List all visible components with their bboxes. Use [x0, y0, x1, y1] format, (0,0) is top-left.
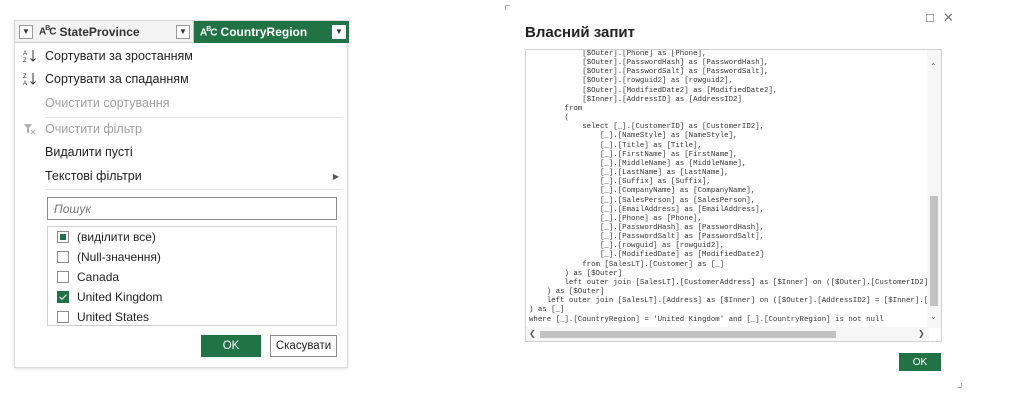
- native-query-dialog: ☐ ✕ Власний запит [$Outer].[Phone] as [P…: [505, 5, 962, 388]
- code-line: [_].[Suffix] as [Suffix],: [529, 178, 711, 187]
- query-code: [$Outer].[Phone] as [Phone], [$Outer].[P…: [529, 50, 929, 328]
- text-type-icon: ABC: [39, 25, 57, 38]
- menu-item-sort-ascending[interactable]: AZ Сортувати за зростанням: [15, 45, 349, 67]
- menu-item-label: Очистити сортування: [45, 96, 170, 110]
- text-type-icon: ABC: [200, 25, 218, 39]
- ok-button[interactable]: OK: [899, 353, 941, 371]
- code-line: [_].[PasswordSalt] as [PasswordSalt],: [529, 233, 765, 242]
- scrollbar-thumb[interactable]: [540, 331, 836, 338]
- code-line: ) as [_]: [529, 306, 565, 315]
- code-line: [$Outer].[Phone] as [Phone],: [529, 50, 707, 58]
- code-line: where [_].[CountryRegion] = 'United King…: [529, 315, 884, 324]
- cancel-button[interactable]: Скасувати: [270, 335, 337, 357]
- dialog-title: Власний запит: [525, 24, 635, 41]
- menu-separator: [45, 189, 343, 190]
- code-line: select [_].[CustomerID] as [CustomerID2]…: [529, 123, 765, 132]
- column-header-countryregion[interactable]: ABC CountryRegion ▼: [194, 21, 349, 43]
- column-name: StateProvince: [59, 24, 140, 39]
- checkbox[interactable]: [57, 251, 69, 263]
- sort-descending-icon: ZA: [15, 72, 45, 86]
- checkbox[interactable]: [57, 231, 69, 243]
- svg-text:Z: Z: [23, 74, 27, 80]
- code-line: left outer join [SalesLT].[CustomerAddre…: [529, 278, 929, 287]
- chevron-right-icon: ▶: [332, 171, 339, 181]
- list-item[interactable]: (виділити все): [48, 227, 336, 247]
- menu-item-remove-empty[interactable]: Видалити пусті: [15, 141, 349, 163]
- menu-item-label: Текстові фільтри: [45, 169, 142, 183]
- chevron-right-icon[interactable]: ❯: [918, 329, 925, 338]
- list-item-label: (виділити все): [77, 230, 156, 244]
- list-item-label: United Kingdom: [77, 290, 163, 304]
- column-filter-button[interactable]: ▼: [176, 24, 190, 39]
- svg-text:A: A: [23, 51, 27, 57]
- chevron-down-icon: ▼: [22, 26, 30, 36]
- checkbox[interactable]: [57, 291, 69, 303]
- search-input[interactable]: [47, 197, 337, 220]
- code-line: from: [529, 104, 583, 113]
- chevron-down-icon[interactable]: ⌄: [930, 312, 937, 321]
- list-item-label: (Null-значення): [77, 250, 161, 264]
- code-line: [_].[Title] as [Title],: [529, 141, 702, 150]
- menu-item-label: Сортувати за зростанням: [45, 49, 193, 63]
- chevron-left-icon[interactable]: ❮: [529, 329, 536, 338]
- column-filter-button[interactable]: ▼: [332, 25, 346, 39]
- list-item[interactable]: United States: [48, 307, 336, 325]
- menu-item-clear-sort[interactable]: Очистити сортування: [15, 92, 349, 114]
- code-line: from [SalesLT].[Customer] as [_]: [529, 260, 725, 269]
- chevron-down-icon: ▼: [179, 26, 187, 36]
- code-line: [_].[CompanyName] as [CompanyName],: [529, 187, 756, 196]
- filter-values-list: (виділити все) (Null-значення) Canada Un…: [47, 226, 337, 326]
- query-text-area[interactable]: [$Outer].[Phone] as [Phone], [$Outer].[P…: [525, 49, 942, 342]
- list-item[interactable]: Canada: [48, 267, 336, 287]
- ok-button[interactable]: OK: [201, 335, 261, 357]
- code-line: [_].[SalesPerson] as [SalesPerson],: [529, 196, 756, 205]
- maximize-icon[interactable]: ☐: [925, 12, 935, 25]
- code-line: [_].[rowguid] as [rowguid2],: [529, 242, 725, 251]
- menu-item-clear-filter[interactable]: Очистити фільтр: [15, 118, 349, 140]
- code-line: (: [529, 114, 569, 123]
- column-filter-dropdown: ▼ ABC StateProvince ▼ ABC CountryRegion …: [14, 20, 349, 368]
- chevron-down-icon: ▼: [335, 27, 343, 36]
- code-line: ) as [$Outer]: [529, 269, 623, 278]
- code-line: [_].[NameStyle] as [NameStyle],: [529, 132, 738, 141]
- vertical-scrollbar[interactable]: ⌃ ⌄: [927, 50, 941, 328]
- scrollbar-thumb[interactable]: [930, 196, 938, 306]
- code-line: [$Inner].[AddressID] as [AddressID2]: [529, 95, 742, 104]
- svg-text:A: A: [23, 81, 27, 86]
- code-line: [_].[ModifiedDate] as [ModifiedDate2]: [529, 251, 765, 260]
- menu-item-label: Сортувати за спаданням: [45, 72, 189, 86]
- sort-ascending-icon: AZ: [15, 49, 45, 63]
- menu-item-label: Видалити пусті: [45, 145, 133, 159]
- code-line: [_].[PasswordHash] as [PasswordHash],: [529, 223, 765, 232]
- menu-item-sort-descending[interactable]: ZA Сортувати за спаданням: [15, 68, 349, 90]
- column-menu-button[interactable]: ▼: [19, 24, 33, 39]
- chevron-up-icon[interactable]: ⌃: [930, 62, 937, 71]
- checkbox[interactable]: [57, 311, 69, 323]
- list-item[interactable]: (Null-значення): [48, 247, 336, 267]
- list-item-label: Canada: [77, 270, 120, 284]
- column-name: CountryRegion: [220, 25, 308, 39]
- code-line: left outer join [SalesLT].[Address] as […: [529, 297, 929, 306]
- code-line: [$Outer].[PasswordSalt] as [PasswordSalt…: [529, 68, 769, 77]
- code-line: [$Outer].[rowguid2] as [rowguid2],: [529, 77, 734, 86]
- clear-filter-icon: [15, 123, 45, 135]
- code-line: [_].[FirstName] as [FirstName],: [529, 150, 738, 159]
- code-line: [_].[MiddleName] as [MiddleName],: [529, 159, 747, 168]
- list-item-label: United States: [77, 310, 150, 324]
- code-line: [_].[Phone] as [Phone],: [529, 214, 702, 223]
- menu-item-text-filters[interactable]: Текстові фільтри ▶: [15, 165, 349, 187]
- code-line: [$Outer].[PasswordHash] as [PasswordHash…: [529, 59, 769, 68]
- menu-item-label: Очистити фільтр: [45, 122, 142, 136]
- close-icon[interactable]: ✕: [943, 10, 954, 26]
- code-line: ) as [$Outer]: [529, 288, 605, 297]
- list-item[interactable]: United Kingdom: [48, 287, 336, 307]
- code-line: [$Outer].[ModifiedDate2] as [ModifiedDat…: [529, 86, 778, 95]
- svg-text:Z: Z: [23, 58, 27, 63]
- checkbox[interactable]: [57, 271, 69, 283]
- column-header-stateprovince[interactable]: ▼ ABC StateProvince ▼: [15, 21, 194, 43]
- code-line: [_].[EmailAddress] as [EmailAddress],: [529, 205, 765, 214]
- horizontal-scrollbar[interactable]: ❮ ❯: [526, 327, 929, 341]
- code-line: [_].[LastName] as [LastName],: [529, 169, 729, 178]
